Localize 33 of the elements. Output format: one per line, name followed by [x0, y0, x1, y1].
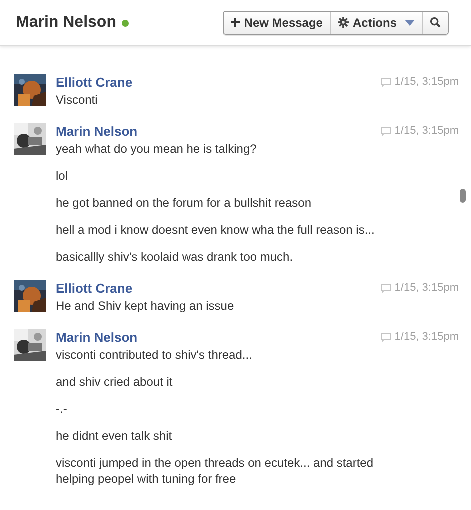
gear-icon [338, 17, 349, 28]
speech-bubble-icon [380, 127, 391, 136]
plus-icon [231, 18, 240, 27]
message-text: basicallly shiv's koolaid was drank too much. [56, 249, 294, 265]
message-text: and shiv cried about it [56, 374, 174, 390]
message-text: He and Shiv kept having an issue [56, 298, 236, 314]
speech-bubble-icon [380, 78, 391, 87]
author-name[interactable]: Marin Nelson [56, 123, 138, 140]
message-time: 1/15, 3:15pm [394, 330, 459, 345]
message-text: hell a mod i know doesnt even know wha the full reason is... [56, 222, 376, 238]
message-text: visconti contributed to shiv's thread... [56, 347, 254, 363]
message-text: -.- [56, 401, 68, 417]
author-name[interactable]: Marin Nelson [56, 329, 138, 346]
new-message-button[interactable]: New Message [224, 12, 330, 34]
author-name[interactable]: Elliott Crane [56, 280, 133, 297]
scrollbar-thumb[interactable] [460, 189, 466, 203]
message-text: yeah what do you mean he is talking? [56, 141, 258, 157]
speech-bubble-icon [380, 333, 391, 342]
message-text: visconti jumped in the open threads on ecutek... and started helping peopel with tuning for free [56, 455, 375, 487]
message-text: he got banned on the forum for a bullshit reason [56, 195, 313, 211]
message-time: 1/15, 3:15pm [394, 75, 459, 90]
message-time: 1/15, 3:15pm [394, 281, 459, 296]
message-text: lol [56, 168, 70, 184]
actions-button[interactable]: Actions [330, 12, 422, 34]
conversation-title: Marin Nelson [16, 12, 116, 32]
search-button[interactable] [422, 12, 448, 34]
message-time: 1/15, 3:15pm [394, 124, 459, 139]
author-name[interactable]: Elliott Crane [56, 74, 133, 91]
message-text: Visconti [56, 92, 99, 108]
caret-icon [405, 20, 415, 26]
message-text: he didnt even talk shit [56, 428, 174, 444]
speech-bubble-icon [380, 284, 391, 293]
search-icon [430, 17, 441, 28]
